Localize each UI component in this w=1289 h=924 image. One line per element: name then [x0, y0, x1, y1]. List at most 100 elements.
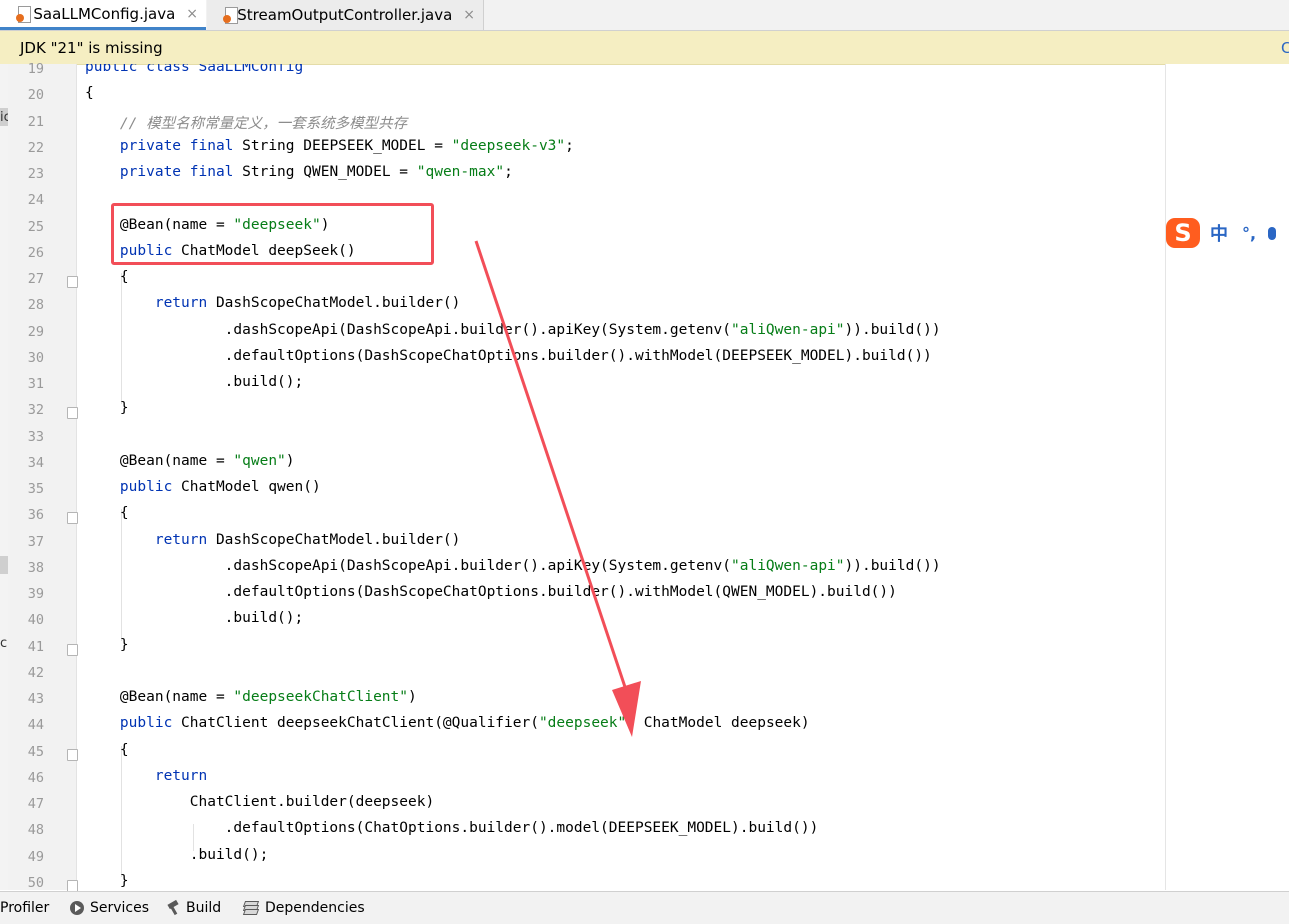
line-number[interactable]: 45 — [20, 744, 44, 760]
tab-streamoutputcontroller[interactable]: StreamOutputController.java × — [207, 0, 484, 30]
line-number[interactable]: 22 — [20, 140, 44, 156]
line-number[interactable]: 44 — [20, 717, 44, 733]
line-number[interactable]: 25 — [20, 219, 44, 235]
dependencies-tool-button[interactable]: Dependencies — [242, 900, 365, 916]
line-number[interactable]: 50 — [20, 875, 44, 891]
code-token: @Bean(name = — [85, 452, 234, 469]
code-token: String DEEPSEEK_MODEL = — [242, 137, 452, 154]
code-line[interactable]: .defaultOptions(DashScopeChatOptions.bui… — [85, 584, 897, 600]
code-line[interactable]: // 模型名称常量定义，一套系统多模型共存 — [85, 112, 407, 133]
line-number[interactable]: 32 — [20, 402, 44, 418]
line-number[interactable]: 47 — [20, 796, 44, 812]
code-line[interactable]: return — [85, 768, 207, 784]
code-line[interactable]: .defaultOptions(DashScopeChatOptions.bui… — [85, 348, 932, 364]
close-icon[interactable]: × — [463, 7, 475, 23]
code-token: private final — [119, 137, 243, 154]
line-number[interactable]: 46 — [20, 770, 44, 786]
code-line[interactable]: .dashScopeApi(DashScopeApi.builder().api… — [85, 322, 941, 338]
line-number-gutter[interactable]: 19 20 21 22 23 24 25 26 27 28 29 30 31 32 33 34 35 36 37 38… — [8, 61, 78, 892]
services-icon — [70, 901, 84, 915]
ime-punctuation-toggle[interactable]: °, — [1242, 224, 1256, 243]
tool-label: Services — [90, 900, 150, 916]
line-number[interactable]: 43 — [20, 691, 44, 707]
code-editor[interactable]: public class SaaLLMConfig { // 模型名称常量定义，一… — [77, 64, 1165, 890]
line-number[interactable]: 37 — [20, 534, 44, 550]
line-number[interactable]: 28 — [20, 297, 44, 313]
code-token: { — [85, 741, 129, 758]
code-line[interactable]: return DashScopeChatModel.builder() — [85, 295, 461, 311]
code-token: { — [85, 269, 129, 285]
line-number[interactable]: 30 — [20, 350, 44, 366]
line-number[interactable]: 39 — [20, 586, 44, 602]
close-icon[interactable]: × — [186, 6, 198, 22]
line-number[interactable]: 21 — [20, 114, 44, 130]
code-line[interactable]: @Bean(name = "deepseekChatClient") — [85, 689, 417, 705]
code-line[interactable]: .build(); — [85, 610, 304, 627]
line-number[interactable]: 34 — [20, 455, 44, 471]
services-tool-button[interactable]: Services — [70, 900, 149, 916]
code-token: .build(); — [85, 610, 304, 627]
code-token: ChatModel qwen() — [181, 479, 321, 495]
code-line[interactable]: .defaultOptions(ChatOptions.builder().mo… — [85, 820, 819, 837]
code-line[interactable]: { — [85, 742, 129, 758]
code-token: .build(); — [85, 374, 304, 390]
code-line[interactable]: public ChatClient deepseekChatClient(@Qu… — [85, 715, 810, 731]
ime-language-toggle[interactable]: 中 — [1210, 220, 1228, 246]
code-token: } — [85, 872, 129, 889]
build-tool-button[interactable]: Build — [166, 899, 221, 916]
line-number[interactable]: 35 — [20, 481, 44, 497]
code-line[interactable]: @Bean(name = "qwen") — [85, 453, 295, 469]
code-line[interactable]: { — [85, 85, 94, 101]
line-number[interactable]: 31 — [20, 376, 44, 392]
project-panel-edge: ic c — [0, 64, 11, 890]
tab-saallmconfig[interactable]: SaaLLMConfig.java × — [0, 0, 206, 30]
microphone-icon[interactable] — [1268, 226, 1277, 240]
code-token: .defaultOptions(ChatOptions.builder().mo… — [85, 820, 819, 837]
code-line[interactable]: } — [85, 400, 129, 416]
line-number[interactable]: 36 — [20, 507, 44, 523]
line-number[interactable]: 27 — [20, 271, 44, 287]
code-line[interactable]: public ChatModel qwen() — [85, 479, 321, 495]
line-number[interactable]: 20 — [20, 87, 44, 103]
editor-tab-bar: SaaLLMConfig.java × StreamOutputControll… — [0, 0, 1289, 31]
java-file-icon — [16, 5, 31, 23]
dependencies-icon — [242, 901, 260, 915]
line-number[interactable]: 48 — [20, 822, 44, 838]
code-line[interactable]: .dashScopeApi(DashScopeApi.builder().api… — [85, 558, 941, 574]
code-token: // 模型名称常量定义，一套系统多模型共存 — [119, 115, 408, 132]
line-number[interactable]: 40 — [20, 612, 44, 628]
code-token: .defaultOptions(DashScopeChatOptions.bui… — [85, 347, 932, 364]
ime-toolbar[interactable]: S 中 °, — [1166, 216, 1289, 250]
code-line[interactable]: return DashScopeChatModel.builder() — [85, 532, 461, 548]
code-line[interactable]: .build(); — [85, 374, 304, 390]
line-number[interactable]: 38 — [20, 560, 44, 576]
line-number[interactable]: 33 — [20, 429, 44, 445]
line-number[interactable]: 41 — [20, 639, 44, 655]
code-line[interactable]: private final String QWEN_MODEL = "qwen-… — [85, 164, 513, 180]
sogou-logo-icon[interactable]: S — [1166, 218, 1200, 248]
code-line[interactable]: .build(); — [85, 847, 269, 863]
code-token: public class SaaLLMConfig — [85, 64, 304, 75]
profiler-tool-button[interactable]: Profiler — [0, 900, 49, 916]
code-line[interactable]: } — [85, 873, 129, 889]
code-token: "deepseek-v3" — [451, 137, 566, 154]
tool-window-bar: Profiler Services Build Dependencies — [0, 891, 1289, 924]
line-number[interactable]: 24 — [20, 192, 44, 208]
code-line[interactable]: } — [85, 637, 129, 653]
banner-action-link[interactable]: C — [1281, 39, 1289, 57]
code-line[interactable]: private final String DEEPSEEK_MODEL = "d… — [85, 138, 574, 154]
code-token: .defaultOptions(DashScopeChatOptions.bui… — [85, 584, 897, 600]
code-line[interactable]: ChatClient.builder(deepseek) — [85, 794, 434, 810]
code-line[interactable]: { — [85, 505, 129, 521]
line-number[interactable]: 23 — [20, 166, 44, 182]
code-token: public — [119, 715, 182, 732]
line-number[interactable]: 29 — [20, 324, 44, 340]
code-line[interactable]: public class SaaLLMConfig — [85, 64, 303, 75]
line-number[interactable]: 26 — [20, 245, 44, 261]
code-line[interactable]: { — [85, 269, 129, 285]
line-number[interactable]: 42 — [20, 665, 44, 681]
line-number[interactable]: 19 — [20, 61, 44, 77]
line-number[interactable]: 49 — [20, 849, 44, 865]
